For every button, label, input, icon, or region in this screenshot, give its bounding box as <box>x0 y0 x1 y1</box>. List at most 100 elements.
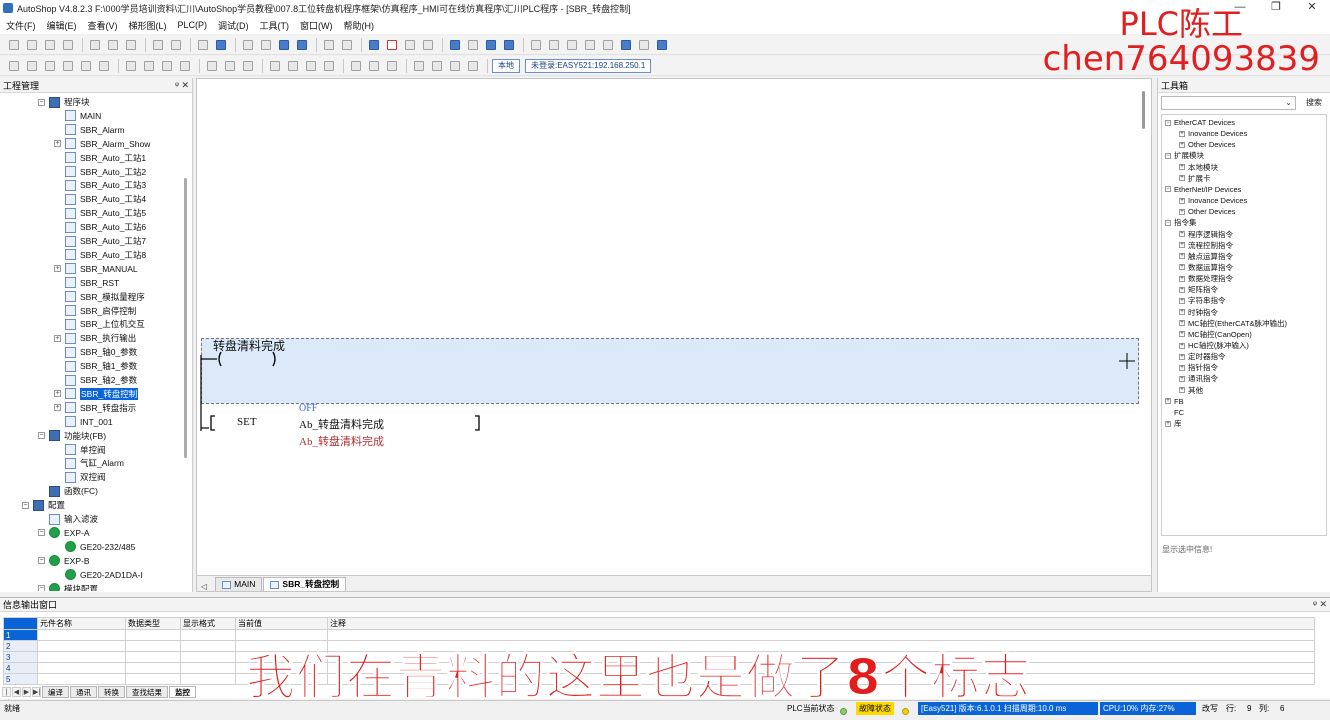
tree-item[interactable]: SBR_上位机交互 <box>54 317 145 331</box>
table-cell[interactable] <box>37 662 126 674</box>
menu-view[interactable]: 查看(V) <box>88 19 118 32</box>
tree-item[interactable]: SBR_Alarm <box>54 123 124 137</box>
expand-icon[interactable]: + <box>1179 331 1185 338</box>
menu-window[interactable]: 窗口(W) <box>300 19 333 32</box>
delete-icon[interactable] <box>195 37 211 52</box>
print-icon[interactable] <box>60 37 76 52</box>
ladder-tool-icon[interactable] <box>24 58 40 73</box>
collapse-icon[interactable]: − <box>1165 186 1171 193</box>
open-file-icon[interactable] <box>24 37 40 52</box>
toolbox-item[interactable]: + Inovance Devices <box>1179 128 1247 139</box>
expand-icon[interactable]: + <box>1165 420 1171 427</box>
tree-item[interactable]: − 功能块(FB) <box>38 429 106 443</box>
expand-icon[interactable]: + <box>54 404 61 412</box>
toolbox-item[interactable]: − 扩展模块 <box>1165 150 1204 161</box>
toolbox-item[interactable]: FC <box>1165 407 1184 418</box>
expand-icon[interactable]: + <box>1179 309 1185 316</box>
ladder-tool-icon[interactable] <box>204 58 220 73</box>
monitor-edit-icon[interactable] <box>465 37 481 52</box>
hline-icon[interactable] <box>411 58 427 73</box>
tree-item[interactable]: − 程序块 <box>38 95 90 109</box>
tree-item[interactable]: SBR_模拟量程序 <box>54 290 145 304</box>
toolbox-item[interactable]: + HC轴控(脉冲输入) <box>1179 340 1249 351</box>
expand-icon[interactable]: + <box>1165 398 1171 405</box>
expand-icon[interactable]: + <box>1179 297 1185 304</box>
align-icon[interactable] <box>564 37 580 52</box>
ladder-tool-icon[interactable] <box>141 58 157 73</box>
pin-icon[interactable] <box>600 37 616 52</box>
ladder-tool-icon[interactable] <box>60 58 76 73</box>
tree-item[interactable]: SBR_轴0_参数 <box>54 345 137 359</box>
menu-file[interactable]: 文件(F) <box>6 19 36 32</box>
contact-fall-icon[interactable] <box>321 58 337 73</box>
toolbox-item[interactable]: + 其他 <box>1179 385 1203 396</box>
col-element-name[interactable]: 元件名称 <box>37 617 126 630</box>
coil-icon[interactable] <box>348 58 364 73</box>
toolbox-item[interactable]: + 指针指令 <box>1179 362 1218 373</box>
stop-icon[interactable] <box>384 37 400 52</box>
tab-main[interactable]: MAIN <box>215 577 263 591</box>
toolbox-item[interactable]: + 数据运算指令 <box>1179 262 1233 273</box>
expand-icon[interactable]: + <box>1179 387 1185 394</box>
toolbox-item[interactable]: + Other Devices <box>1179 139 1236 150</box>
contact-rise-icon[interactable] <box>303 58 319 73</box>
tree-item[interactable]: − EXP-B <box>38 554 90 568</box>
expand-icon[interactable]: + <box>1179 141 1185 148</box>
expand-icon[interactable]: + <box>1179 253 1185 260</box>
toolbox-item[interactable]: + 矩阵指令 <box>1179 284 1218 295</box>
menu-ladder[interactable]: 梯形图(L) <box>129 19 167 32</box>
toolbox-item[interactable]: + FB <box>1165 396 1184 407</box>
expand-icon[interactable]: + <box>1179 231 1185 237</box>
expand-icon[interactable]: + <box>1179 175 1185 182</box>
toolbox-item[interactable]: + MC轴控(CanOpen) <box>1179 329 1252 340</box>
copy-icon[interactable] <box>105 37 121 52</box>
tab-communication[interactable]: 通讯 <box>70 686 97 698</box>
plc-download-icon[interactable] <box>420 37 436 52</box>
toolbox-item[interactable]: + 本地模块 <box>1179 162 1218 173</box>
instruction-icon[interactable] <box>384 58 400 73</box>
table-cell[interactable] <box>180 629 236 641</box>
toolbox-item[interactable]: − 指令集 <box>1165 217 1197 228</box>
tree-item[interactable]: 输入滤波 <box>38 512 98 526</box>
col-current-value[interactable]: 当前值 <box>235 617 328 630</box>
toolbox-item[interactable]: + 定时器指令 <box>1179 351 1226 362</box>
menu-plc[interactable]: PLC(P) <box>178 20 208 30</box>
toolbox-search-button[interactable]: 搜索 <box>1301 96 1327 110</box>
panel-icon[interactable] <box>654 37 670 52</box>
expand-icon[interactable]: + <box>1179 130 1185 137</box>
function-icon[interactable] <box>366 58 382 73</box>
ladder-tool-icon[interactable] <box>96 58 112 73</box>
tree-item[interactable]: 气缸_Alarm <box>54 456 124 470</box>
col-comment[interactable]: 注释 <box>327 617 1315 630</box>
ladder-editor[interactable]: 转盘清料完成 SET OFF Ab_转盘清料完成 Ab_转盘清料完成 ◁ MAI… <box>196 78 1152 592</box>
expand-icon[interactable]: + <box>1179 264 1185 271</box>
table-cell[interactable] <box>125 629 181 641</box>
toolbox-item[interactable]: + 库 <box>1165 418 1182 429</box>
list-icon[interactable] <box>546 37 562 52</box>
panel-pin-close-icons[interactable]: ᵠ ✕ <box>1313 599 1327 610</box>
search-icon[interactable] <box>213 37 229 52</box>
panel-pin-close-icons[interactable]: ᵠ ✕ <box>175 80 189 91</box>
export-icon[interactable] <box>636 37 652 52</box>
down-arrow-icon[interactable] <box>465 58 481 73</box>
tree-item[interactable]: + SBR_转盘控制 <box>54 387 139 401</box>
tree-item[interactable]: MAIN <box>54 109 101 123</box>
table-cell[interactable] <box>180 651 236 663</box>
tree-item[interactable]: GE20-232/485 <box>54 540 135 554</box>
tab-sbr-turntable[interactable]: SBR_转盘控制 <box>263 577 347 591</box>
compile-icon[interactable] <box>321 37 337 52</box>
ladder-tool-icon[interactable] <box>123 58 139 73</box>
paste-icon[interactable] <box>123 37 139 52</box>
tree-item[interactable]: SBR_Auto_工站3 <box>54 178 146 192</box>
table-cell[interactable] <box>125 640 181 652</box>
tree-item[interactable]: 双控阀 <box>54 470 106 484</box>
save-icon[interactable] <box>42 37 58 52</box>
close-button[interactable]: ✕ <box>1294 0 1330 16</box>
upload-icon[interactable] <box>240 37 256 52</box>
expand-icon[interactable]: + <box>54 140 61 148</box>
invert-icon[interactable] <box>429 58 445 73</box>
maximize-button[interactable]: ❐ <box>1258 0 1294 16</box>
contact-label[interactable]: 转盘清料完成 <box>213 337 285 354</box>
tab-find-results[interactable]: 查找结果 <box>126 686 168 698</box>
toolbox-item[interactable]: + 数据处理指令 <box>1179 273 1233 284</box>
